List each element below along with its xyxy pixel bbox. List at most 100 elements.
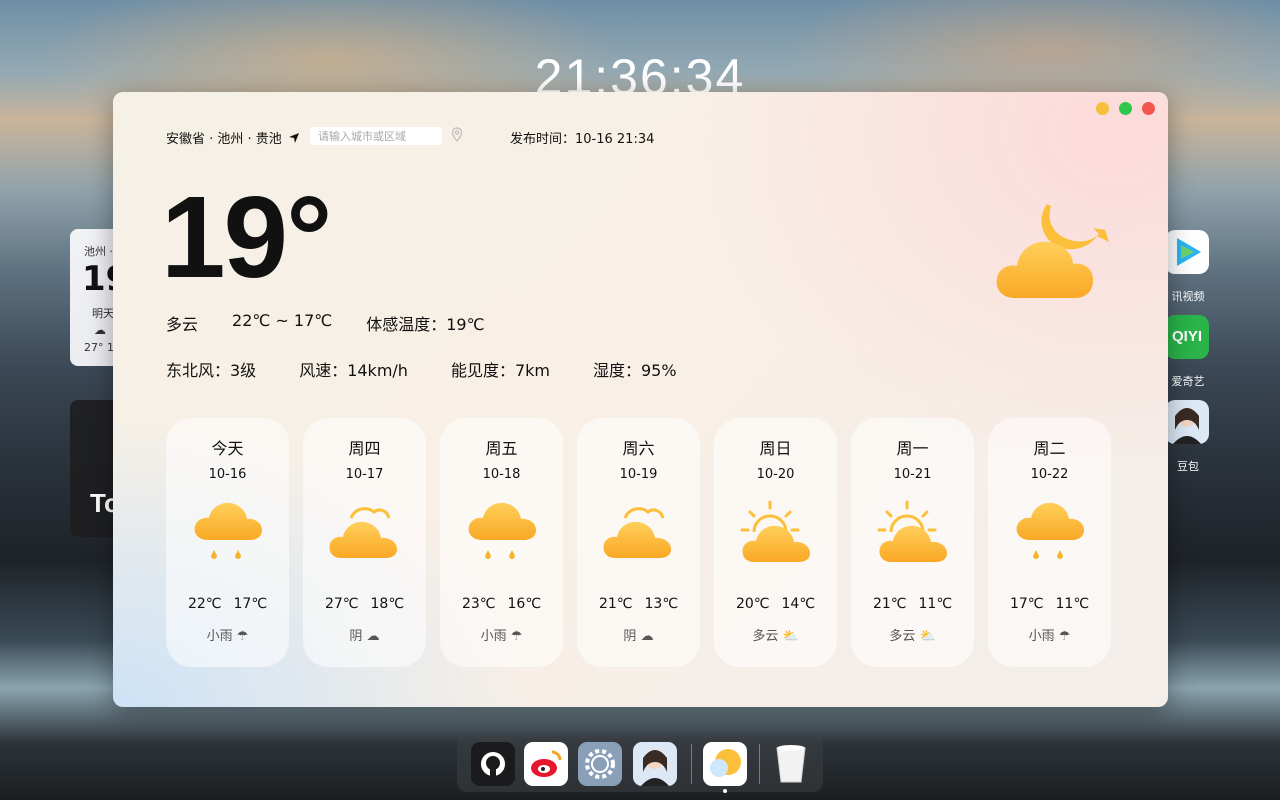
forecast-day: 周四 (348, 439, 381, 458)
forecast-low: 11℃ (918, 596, 953, 612)
dock-github[interactable] (471, 742, 515, 786)
forecast-card[interactable]: 周二 10-22 17℃ 11℃ 小雨 ☂ (988, 418, 1111, 667)
minimize-button[interactable] (1096, 102, 1109, 115)
forecast-high: 20℃ (735, 596, 770, 612)
navigation-arrow-icon (288, 132, 299, 143)
forecast-date: 10-20 (756, 467, 795, 482)
feels-like: 体感温度：19℃ (366, 315, 485, 334)
doubao-avatar-icon (641, 750, 669, 786)
forecast-condition: 阴 ☁ (577, 625, 700, 644)
forecast-condition-text: 小雨 (1028, 629, 1055, 644)
forecast-list: 今天 10-16 22℃ 17℃ 小雨 ☂ 周四 10-17 27℃ 18℃ 阴 ☁… (166, 418, 1111, 667)
app-doubao[interactable]: 豆包 (1165, 400, 1211, 473)
window-controls (1096, 102, 1155, 115)
dock-trash[interactable] (769, 742, 813, 786)
rain-icon: ☂ (510, 629, 523, 644)
forecast-condition: 多云 ⛅ (851, 625, 974, 644)
forecast-temps: 23℃ 16℃ (440, 596, 563, 612)
rain-icon (468, 502, 536, 559)
current-summary: 多云 22℃ ~ 17℃ 体感温度：19℃ (166, 311, 519, 335)
app-label: 豆包 (1177, 460, 1199, 473)
forecast-condition: 多云 ⛅ (714, 625, 837, 644)
forecast-day: 周二 (1033, 439, 1066, 458)
partly-sunny-icon (877, 500, 947, 562)
partly-sunny-icon (740, 500, 810, 562)
tencent-video-icon (1165, 230, 1209, 274)
forecast-day: 周五 (485, 439, 518, 458)
forecast-temps: 21℃ 13℃ (577, 596, 700, 612)
forecast-condition-text: 多云 (889, 629, 916, 644)
forecast-temps: 22℃ 17℃ (166, 596, 289, 612)
dock-settings[interactable] (578, 742, 622, 786)
forecast-date: 10-18 (482, 467, 521, 482)
location-text: 安徽省 · 池州 · 贵池 (166, 132, 282, 147)
forecast-high: 21℃ (598, 596, 633, 612)
forecast-card[interactable]: 周五 10-18 23℃ 16℃ 小雨 ☂ (440, 418, 563, 667)
dock-doubao[interactable] (633, 742, 677, 786)
humidity: 湿度：95% (592, 361, 677, 380)
cloud-icon: ☁ (640, 629, 654, 644)
forecast-day: 周一 (896, 439, 929, 458)
forecast-condition-text: 小雨 (480, 629, 507, 644)
dock-separator (759, 744, 760, 784)
app-label: 讯视频 (1171, 290, 1205, 303)
forecast-low: 16℃ (507, 596, 542, 612)
gear-icon (585, 749, 615, 779)
forecast-date: 10-16 (208, 467, 247, 482)
github-icon (481, 752, 505, 776)
running-indicator (723, 789, 727, 793)
forecast-card[interactable]: 今天 10-16 22℃ 17℃ 小雨 ☂ (166, 418, 289, 667)
forecast-card[interactable]: 周日 10-20 20℃ 14℃ 多云 ⛅ (714, 418, 837, 667)
forecast-high: 22℃ (187, 596, 222, 612)
forecast-condition-text: 小雨 (206, 629, 233, 644)
forecast-condition: 阴 ☁ (303, 625, 426, 644)
widget-label: 明天 (92, 307, 114, 320)
city-search-input[interactable] (310, 127, 442, 145)
forecast-card[interactable]: 周一 10-21 21℃ 11℃ 多云 ⛅ (851, 418, 974, 667)
publish-time: 发布时间：10-16 21:34 (510, 132, 655, 147)
app-iqiyi[interactable]: QIYI 爱奇艺 (1165, 315, 1211, 388)
forecast-condition: 小雨 ☂ (988, 625, 1111, 644)
cloudy-night-icon (996, 204, 1109, 298)
forecast-card[interactable]: 周四 10-17 27℃ 18℃ 阴 ☁ (303, 418, 426, 667)
app-label: 爱奇艺 (1171, 375, 1205, 388)
location-pin-icon[interactable] (451, 127, 463, 143)
sun-cloud-icon: ⛅ (782, 629, 799, 644)
wind-speed: 风速：14km/h (299, 361, 408, 380)
forecast-temps: 17℃ 11℃ (988, 596, 1111, 612)
cloud-icon: ☁ (94, 323, 106, 337)
close-button[interactable] (1142, 102, 1155, 115)
iqiyi-icon: QIYI (1165, 315, 1209, 359)
forecast-condition-text: 阴 (349, 629, 363, 644)
current-condition: 多云 (166, 315, 199, 334)
trash-icon (776, 745, 806, 783)
overcast-icon (603, 507, 671, 558)
weibo-icon (531, 750, 562, 777)
current-range: 22℃ ~ 17℃ (232, 311, 333, 330)
rain-icon (194, 502, 262, 559)
widget-city: 池州 · (84, 245, 113, 258)
forecast-low: 13℃ (644, 596, 679, 612)
forecast-high: 27℃ (324, 596, 359, 612)
maximize-button[interactable] (1119, 102, 1132, 115)
forecast-condition-text: 阴 (623, 629, 637, 644)
forecast-temps: 20℃ 14℃ (714, 596, 837, 612)
current-temperature: 19° (161, 172, 332, 302)
current-details: 东北风：3级 风速：14km/h 能见度：7km 湿度：95% (166, 357, 720, 381)
dock-weibo[interactable] (524, 742, 568, 786)
forecast-condition: 小雨 ☂ (166, 625, 289, 644)
forecast-card[interactable]: 周六 10-19 21℃ 13℃ 阴 ☁ (577, 418, 700, 667)
overcast-icon (329, 507, 397, 558)
visibility: 能见度：7km (450, 361, 550, 380)
doubao-avatar-icon (1165, 400, 1209, 444)
app-tencent-video[interactable]: 讯视频 (1165, 230, 1211, 303)
dock-weather-app[interactable] (703, 742, 747, 786)
sun-cloud-icon: ⛅ (919, 629, 936, 644)
forecast-day: 今天 (211, 439, 244, 458)
forecast-temps: 21℃ 11℃ (851, 596, 974, 612)
rain-icon (1016, 502, 1084, 559)
forecast-low: 18℃ (370, 596, 405, 612)
forecast-date: 10-17 (345, 467, 384, 482)
forecast-low: 14℃ (781, 596, 816, 612)
wind-direction: 东北风：3级 (166, 361, 257, 380)
